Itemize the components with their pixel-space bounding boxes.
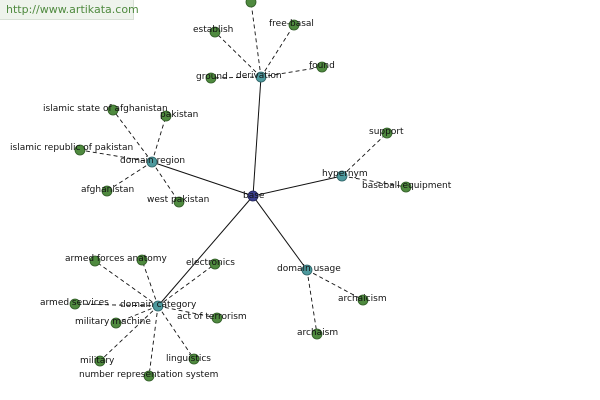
- category-label-hypernym[interactable]: hypernym: [322, 169, 368, 179]
- leaf-label-linguistics[interactable]: linguistics: [166, 354, 211, 364]
- edge-derivation-unlabeled: [250, 1, 262, 78]
- edge-base-hypernym: [252, 175, 343, 197]
- edge-base-domain-region: [151, 161, 254, 197]
- leaf-label-military[interactable]: military: [80, 356, 115, 366]
- leaf-label-armed-forces[interactable]: armed forces: [65, 254, 125, 264]
- category-label-domain-region[interactable]: domain region: [120, 156, 185, 166]
- leaf-label-baseball-equipment[interactable]: baseball equipment: [362, 181, 452, 191]
- leaf-label-islamic-republic-of-pakistan[interactable]: islamic republic of pakistan: [10, 143, 133, 153]
- leaf-label-armed-services[interactable]: armed services: [40, 298, 109, 308]
- leaf-label-free-basal[interactable]: free-basal: [269, 19, 314, 29]
- category-label-domain-category[interactable]: domain category: [120, 300, 197, 310]
- leaf-label-military-machine[interactable]: military machine: [75, 317, 151, 327]
- category-label-derivation[interactable]: derivation: [236, 71, 282, 81]
- leaf-label-anatomy[interactable]: anatomy: [127, 254, 168, 264]
- leaf-label-islamic-state-of-afghanistan[interactable]: islamic state of afghanistan: [43, 104, 168, 114]
- word-graph: base derivation establish free-basal ground f…: [10, 0, 452, 382]
- leaf-label-found[interactable]: found: [309, 61, 335, 71]
- root-label[interactable]: base: [243, 191, 265, 201]
- leaf-label-west-pakistan[interactable]: west pakistan: [147, 195, 209, 205]
- leaf-label-archaicism[interactable]: archaicism: [338, 294, 387, 304]
- leaf-label-afghanistan[interactable]: afghanistan: [81, 185, 134, 195]
- leaf-label-pakistan[interactable]: pakistan: [160, 110, 198, 120]
- leaf-label-act-of-terrorism[interactable]: act of terrorism: [177, 312, 247, 322]
- leaf-label-archaism[interactable]: archaism: [297, 328, 338, 338]
- leaf-label-establish[interactable]: establish: [193, 25, 233, 35]
- labels: base derivation establish free-basal ground f…: [10, 19, 452, 380]
- edge-derivation-free-basal: [260, 24, 295, 78]
- leaf-label-number-representation-system[interactable]: number representation system: [79, 370, 218, 380]
- category-label-domain-usage[interactable]: domain usage: [277, 264, 341, 274]
- leaf-label-ground[interactable]: ground: [196, 72, 228, 82]
- leaf-label-electronics[interactable]: electronics: [186, 258, 235, 268]
- edge-domain-category-military: [99, 305, 159, 362]
- edge-base-domain-category: [157, 195, 254, 307]
- graph-canvas: http://www.artikata.com base derivation es…: [0, 0, 600, 400]
- leaf-label-support[interactable]: support: [369, 127, 404, 137]
- edge-base-derivation: [252, 76, 262, 197]
- edge-base-domain-usage: [252, 195, 308, 271]
- edge-domain-region-islamic-state-of-afghanistan: [112, 109, 153, 163]
- edge-domain-usage-archaism: [306, 269, 318, 335]
- leaf-node-unlabeled[interactable]: [245, 0, 257, 8]
